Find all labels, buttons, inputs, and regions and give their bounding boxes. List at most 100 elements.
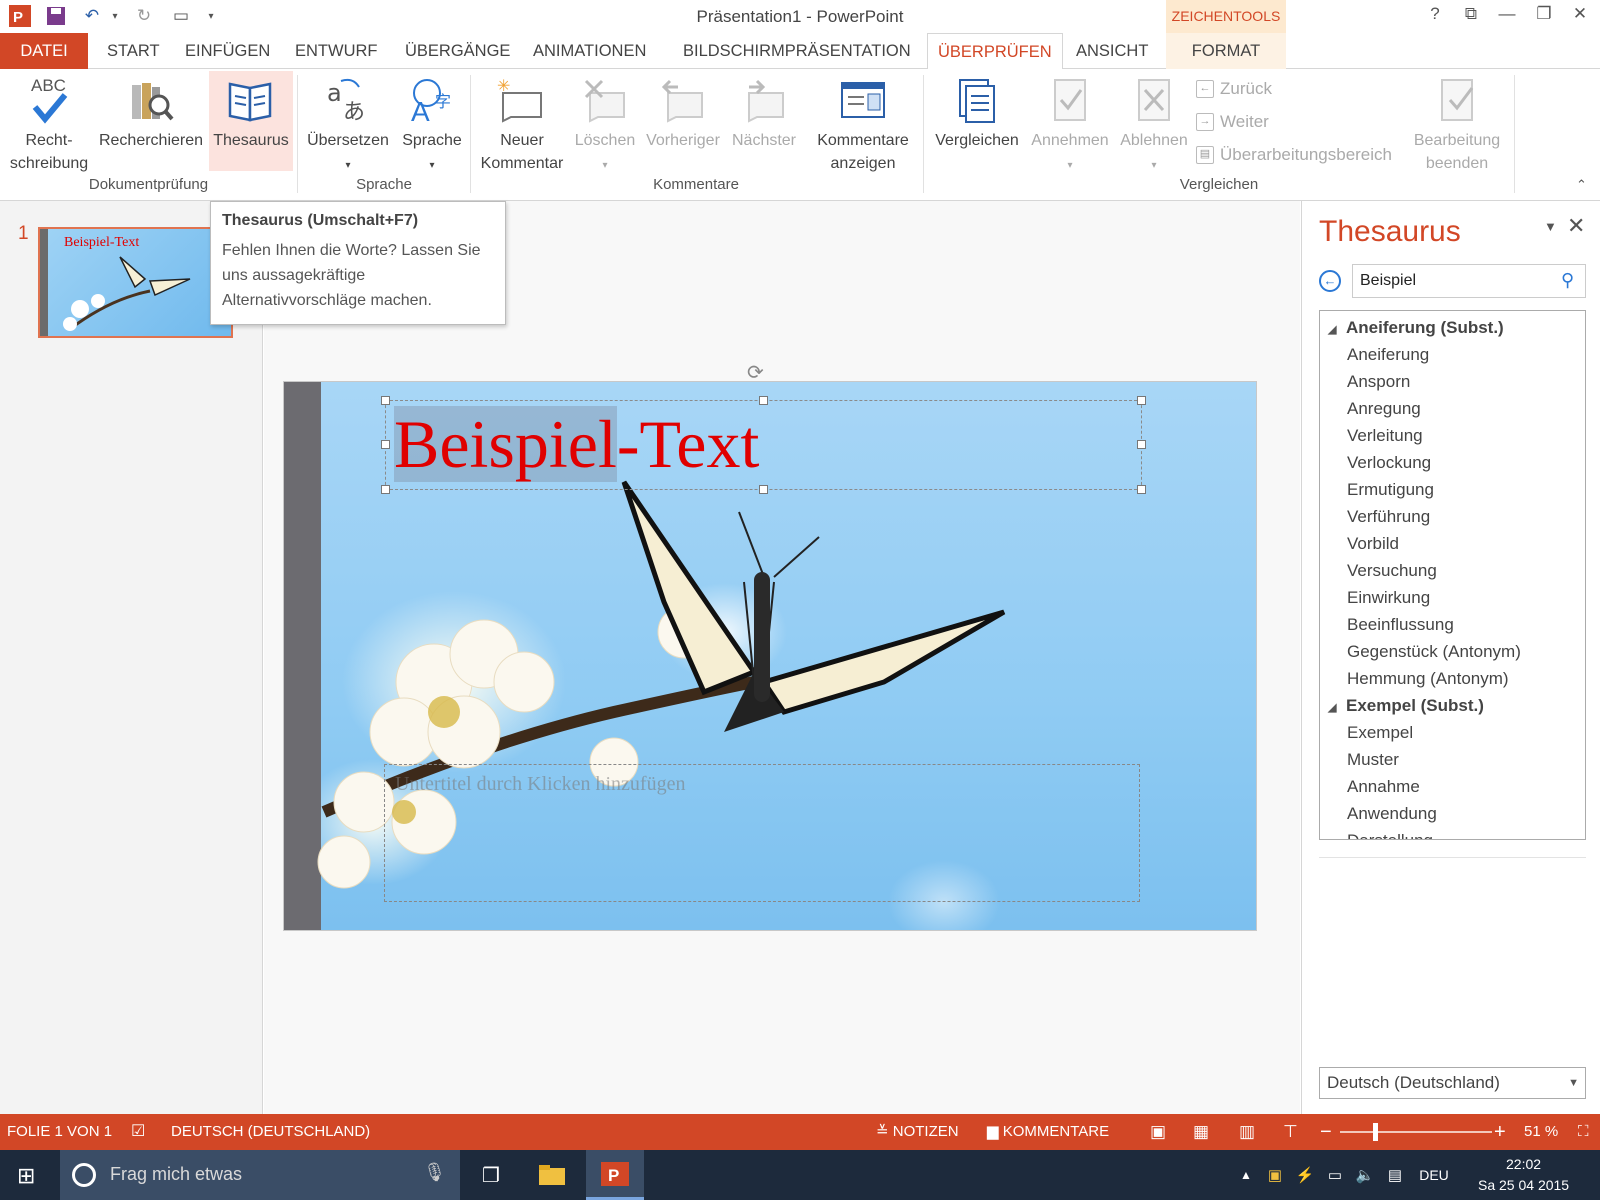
slide-canvas[interactable]: Beispiel-Text Untertitel durch Klicken h… <box>283 381 1257 931</box>
tab-animationen[interactable]: ANIMATIONEN <box>523 33 656 69</box>
network-icon[interactable]: ▭ <box>1320 1150 1350 1200</box>
next-comment-button[interactable]: Nächster <box>727 71 801 171</box>
zoom-slider-thumb[interactable] <box>1372 1123 1378 1141</box>
tab-uebergaenge[interactable]: ÜBERGÄNGE <box>395 33 520 69</box>
powerpoint-taskbar-icon[interactable]: P <box>586 1150 644 1200</box>
list-item[interactable]: Beeinflussung <box>1320 611 1585 638</box>
fit-to-window-icon[interactable]: ⛶ <box>1578 1114 1589 1150</box>
tab-start[interactable]: START <box>97 33 170 69</box>
file-explorer-icon[interactable] <box>523 1150 581 1200</box>
list-item[interactable]: Verlockung <box>1320 449 1585 476</box>
list-item[interactable]: Vorbild <box>1320 530 1585 557</box>
show-comments-button[interactable]: Kommentare anzeigen <box>808 71 918 172</box>
spelling-button[interactable]: ABC Recht- schreibung <box>4 71 94 172</box>
resize-handle[interactable] <box>1137 440 1146 449</box>
input-language[interactable]: DEU <box>1412 1150 1456 1200</box>
list-item[interactable]: Muster <box>1320 746 1585 773</box>
list-item[interactable]: Hemmung (Antonym) <box>1320 665 1585 692</box>
subtitle-placeholder[interactable]: Untertitel durch Klicken hinzufügen <box>384 764 1140 902</box>
end-review-button[interactable]: Bearbeitung beenden <box>1405 71 1509 172</box>
power-icon[interactable]: ⚡ <box>1290 1150 1320 1200</box>
research-button[interactable]: Recherchieren <box>96 71 206 171</box>
minimize-button[interactable]: — <box>1493 4 1521 28</box>
list-item[interactable]: Versuchung <box>1320 557 1585 584</box>
list-item[interactable]: Exempel <box>1320 719 1585 746</box>
compare-button[interactable]: Vergleichen <box>927 71 1027 171</box>
list-item[interactable]: Aneiferung <box>1320 341 1585 368</box>
resize-handle[interactable] <box>381 485 390 494</box>
app-tray-icon[interactable]: ▣ <box>1260 1150 1290 1200</box>
title-placeholder[interactable]: Beispiel-Text <box>381 396 1146 494</box>
zoom-out-icon[interactable]: − <box>1320 1114 1332 1150</box>
delete-comment-button[interactable]: Löschen ▾ <box>572 71 638 171</box>
clock[interactable]: 22:02 Sa 25 04 2015 <box>1478 1154 1569 1196</box>
help-button[interactable]: ? <box>1421 4 1449 28</box>
tab-einfuegen[interactable]: EINFÜGEN <box>175 33 280 69</box>
search-icon[interactable]: ⚲ <box>1561 270 1574 291</box>
language-button[interactable]: A字 Sprache ▾ <box>394 71 470 171</box>
show-hidden-icons[interactable]: ▲ <box>1231 1150 1261 1200</box>
pane-options-icon[interactable]: ▼ <box>1544 219 1557 234</box>
tab-datei[interactable]: DATEI <box>0 33 88 69</box>
zoom-slider[interactable] <box>1340 1131 1492 1133</box>
slideshow-view-icon[interactable]: ⊤ <box>1283 1114 1298 1150</box>
list-item[interactable]: Anwendung <box>1320 800 1585 827</box>
pane-close-icon[interactable]: ✕ <box>1567 213 1585 239</box>
volume-icon[interactable]: 🔈 <box>1350 1150 1380 1200</box>
notes-button[interactable]: ≚ NOTIZEN <box>876 1114 959 1150</box>
comments-button[interactable]: ▆ KOMMENTARE <box>987 1114 1109 1150</box>
collapse-triangle-icon[interactable]: ◢ <box>1328 317 1346 344</box>
previous-comment-button[interactable]: Vorheriger <box>642 71 724 171</box>
slide-title[interactable]: Beispiel-Text <box>394 405 759 484</box>
list-item[interactable]: Einwirkung <box>1320 584 1585 611</box>
thesaurus-language-select[interactable]: Deutsch (Deutschland) ▼ <box>1319 1067 1586 1099</box>
result-group-heading[interactable]: ◢ Aneiferung (Subst.) <box>1320 314 1585 341</box>
tab-bildschirmpraesentation[interactable]: BILDSCHIRMPRÄSENTATION <box>673 33 921 69</box>
list-item[interactable]: Ansporn <box>1320 368 1585 395</box>
resize-handle[interactable] <box>1137 485 1146 494</box>
task-view-icon[interactable]: ❐ <box>462 1150 520 1200</box>
reject-button[interactable]: Ablehnen ▾ <box>1114 71 1194 171</box>
reading-view-icon[interactable]: ▥ <box>1239 1114 1255 1150</box>
rotate-handle-icon[interactable]: ⟳ <box>747 360 764 385</box>
zoom-level[interactable]: 51 % <box>1524 1114 1558 1150</box>
selected-word[interactable]: Beispiel <box>394 406 617 482</box>
resize-handle[interactable] <box>381 396 390 405</box>
proofing-status-icon[interactable]: ☑ <box>131 1114 145 1150</box>
slide-counter[interactable]: FOLIE 1 VON 1 <box>7 1114 112 1150</box>
zoom-in-icon[interactable]: + <box>1494 1114 1506 1150</box>
list-item[interactable]: Ermutigung <box>1320 476 1585 503</box>
result-group-heading[interactable]: ◢ Exempel (Subst.) <box>1320 692 1585 719</box>
tab-format[interactable]: FORMAT <box>1166 33 1286 69</box>
list-item[interactable]: Anregung <box>1320 395 1585 422</box>
normal-view-icon[interactable]: ▣ <box>1150 1114 1166 1150</box>
resize-handle[interactable] <box>381 440 390 449</box>
slide-thumbnail[interactable]: Beispiel-Text <box>38 227 233 338</box>
list-item[interactable]: Gegenstück (Antonym) <box>1320 638 1585 665</box>
maximize-button[interactable]: ❐ <box>1530 4 1558 28</box>
tab-ueberpruefen[interactable]: ÜBERPRÜFEN <box>927 33 1063 70</box>
tab-entwurf[interactable]: ENTWURF <box>285 33 387 69</box>
translate-button[interactable]: aあ Übersetzen ▾ <box>303 71 393 171</box>
revision-pane-button[interactable]: ▤ Überarbeitungsbereich <box>1196 145 1392 165</box>
back-arrow-icon[interactable]: ← <box>1319 270 1341 292</box>
back-button[interactable]: ← Zurück <box>1196 79 1272 99</box>
list-item[interactable]: Verleitung <box>1320 422 1585 449</box>
resize-handle[interactable] <box>1137 396 1146 405</box>
collapse-triangle-icon[interactable]: ◢ <box>1328 695 1346 722</box>
windows-start-icon[interactable]: ⊞ <box>17 1163 35 1189</box>
new-comment-button[interactable]: ✳ Neuer Kommentar <box>474 71 570 172</box>
forward-button[interactable]: → Weiter <box>1196 112 1269 132</box>
cortana-search-box[interactable]: Frag mich etwas 🎙 <box>60 1150 460 1200</box>
microphone-icon[interactable]: 🎙 <box>423 1162 446 1183</box>
collapse-ribbon-icon[interactable]: ⌃ <box>1576 177 1587 193</box>
notifications-icon[interactable]: ▤ <box>1380 1150 1410 1200</box>
thesaurus-search-input[interactable] <box>1352 264 1586 298</box>
resize-handle[interactable] <box>759 396 768 405</box>
thesaurus-results-list[interactable]: ◢ Aneiferung (Subst.) Aneiferung Ansporn … <box>1319 310 1586 840</box>
tab-ansicht[interactable]: ANSICHT <box>1066 33 1158 69</box>
resize-handle[interactable] <box>759 485 768 494</box>
list-item[interactable]: Verführung <box>1320 503 1585 530</box>
language-status[interactable]: DEUTSCH (DEUTSCHLAND) <box>171 1114 370 1150</box>
ribbon-display-options-button[interactable]: ⧉ <box>1457 4 1485 28</box>
